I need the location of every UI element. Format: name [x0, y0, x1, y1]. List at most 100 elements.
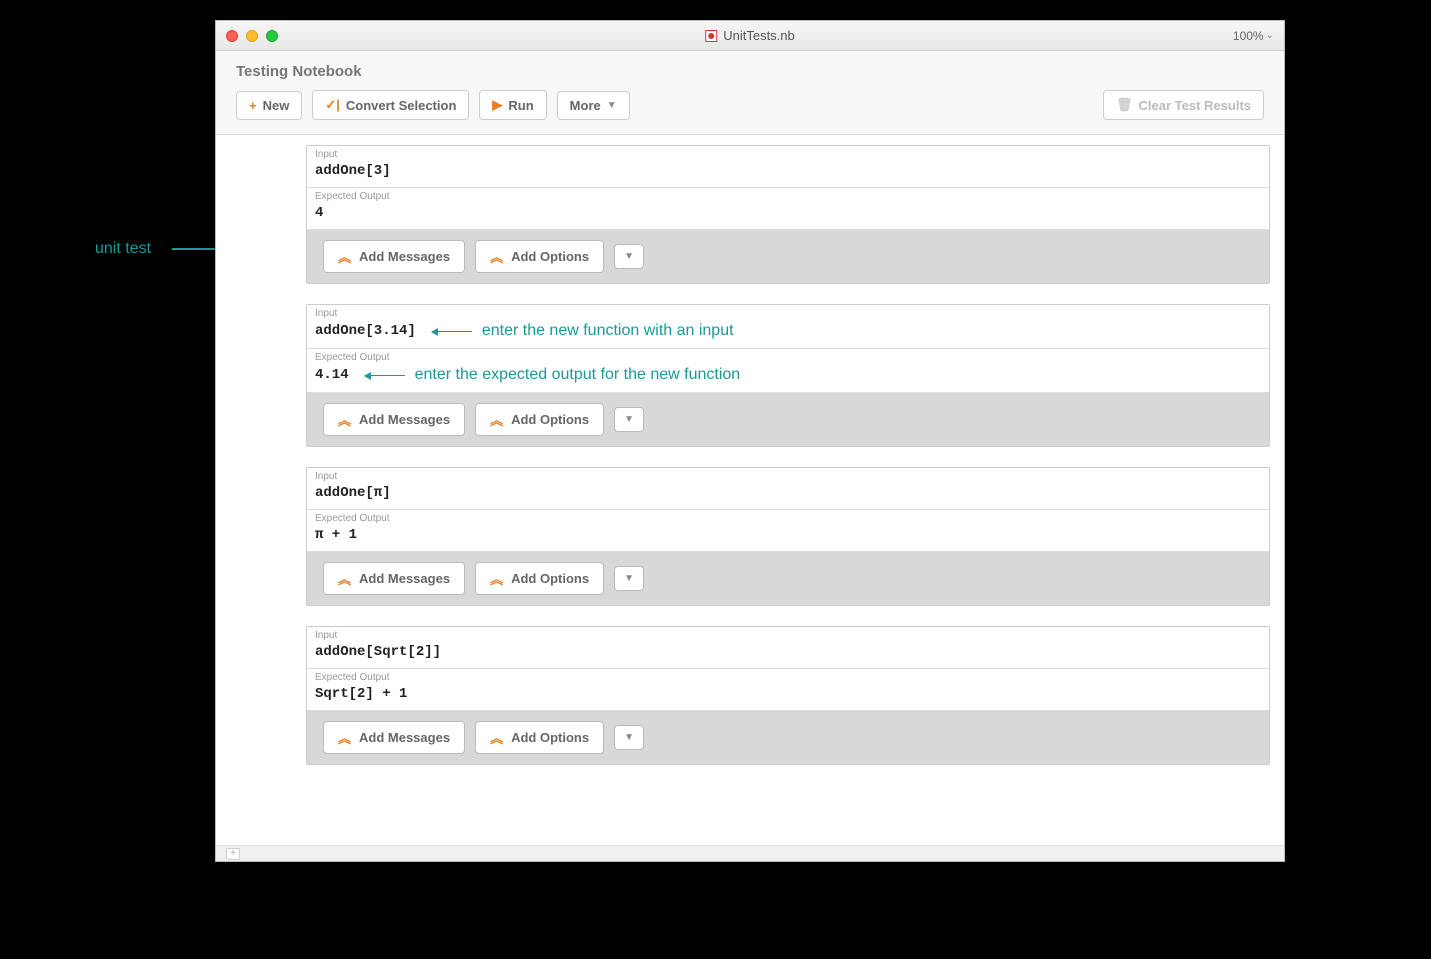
add-messages-button[interactable]: ︽ Add Messages: [323, 403, 465, 436]
expected-label: Expected Output: [307, 349, 1269, 364]
input-label: Input: [307, 146, 1269, 161]
input-value: addOne[3]: [307, 161, 1269, 187]
minimize-icon[interactable]: [246, 30, 258, 42]
test-cell: Input addOne[3] Expected Output 4 ︽ Add …: [306, 145, 1270, 284]
expand-icon: ︽: [490, 728, 503, 747]
expand-icon: ︽: [338, 247, 351, 266]
input-value: addOne[3.14] enter the new function with…: [307, 320, 1269, 348]
test-cell: Input addOne[π] Expected Output π + 1 ︽ …: [306, 467, 1270, 606]
input-label: Input: [307, 468, 1269, 483]
add-options-label: Add Options: [511, 412, 589, 427]
input-code: addOne[3.14]: [315, 323, 416, 339]
chevron-down-icon: ⌄: [1266, 30, 1274, 41]
maximize-icon[interactable]: [266, 30, 278, 42]
close-icon[interactable]: [226, 30, 238, 42]
expected-label: Expected Output: [307, 669, 1269, 684]
chevron-down-icon: ▼: [607, 100, 617, 111]
expected-section[interactable]: Expected Output 4: [307, 188, 1269, 230]
play-icon: ▶: [492, 97, 502, 113]
toolbar: + New ✓| Convert Selection ▶ Run More ▼ …: [236, 90, 1264, 120]
test-cell: Input addOne[3.14] enter the new functio…: [306, 304, 1270, 447]
check-icon: ✓|: [325, 97, 340, 113]
input-value: addOne[π]: [307, 483, 1269, 509]
add-messages-label: Add Messages: [359, 249, 450, 264]
footer-bar: +: [216, 845, 1284, 861]
expected-label: Expected Output: [307, 188, 1269, 203]
window-title: UnitTests.nb: [705, 28, 795, 43]
options-dropdown[interactable]: ▼: [614, 725, 644, 750]
run-button[interactable]: ▶ Run: [479, 90, 546, 120]
expand-icon: ︽: [338, 410, 351, 429]
input-section[interactable]: Input addOne[Sqrt[2]]: [307, 627, 1269, 669]
expected-value: Sqrt[2] + 1: [307, 684, 1269, 710]
run-button-label: Run: [508, 98, 533, 113]
cell-actions: ︽ Add Messages ︽ Add Options ▼: [307, 711, 1269, 764]
options-dropdown[interactable]: ▼: [614, 566, 644, 591]
annotation-output: enter the expected output for the new fu…: [365, 366, 741, 384]
trash-icon: 🗑: [1116, 97, 1133, 113]
annotation-output-text: enter the expected output for the new fu…: [415, 366, 741, 384]
expected-value: 4.14 enter the expected output for the n…: [307, 364, 1269, 392]
expand-icon: ︽: [338, 728, 351, 747]
workspace: Input addOne[3] Expected Output 4 ︽ Add …: [216, 135, 1284, 845]
notebook-icon: [705, 30, 717, 42]
expand-icon: ︽: [490, 247, 503, 266]
cell-actions: ︽ Add Messages ︽ Add Options ▼: [307, 230, 1269, 283]
convert-button-label: Convert Selection: [346, 98, 457, 113]
more-button[interactable]: More ▼: [557, 91, 630, 120]
expand-icon: ︽: [490, 569, 503, 588]
expand-icon: ︽: [338, 569, 351, 588]
cell-actions: ︽ Add Messages ︽ Add Options ▼: [307, 393, 1269, 446]
expected-section[interactable]: Expected Output Sqrt[2] + 1: [307, 669, 1269, 711]
add-messages-button[interactable]: ︽ Add Messages: [323, 240, 465, 273]
arrow-icon: [432, 331, 472, 332]
zoom-value: 100%: [1233, 29, 1264, 43]
add-options-label: Add Options: [511, 249, 589, 264]
add-options-button[interactable]: ︽ Add Options: [475, 240, 604, 273]
expected-section[interactable]: Expected Output 4.14 enter the expected …: [307, 349, 1269, 393]
plus-icon: +: [249, 98, 257, 113]
add-messages-label: Add Messages: [359, 571, 450, 586]
zoom-control[interactable]: 100% ⌄: [1233, 29, 1274, 43]
notebook-header: Testing Notebook + New ✓| Convert Select…: [216, 51, 1284, 135]
add-messages-button[interactable]: ︽ Add Messages: [323, 721, 465, 754]
new-button-label: New: [263, 98, 290, 113]
expected-code: 4.14: [315, 367, 349, 383]
add-tab-button[interactable]: +: [226, 848, 240, 860]
input-section[interactable]: Input addOne[3]: [307, 146, 1269, 188]
expected-value: π + 1: [307, 525, 1269, 551]
annotation-input-text: enter the new function with an input: [482, 322, 734, 340]
cell-actions: ︽ Add Messages ︽ Add Options ▼: [307, 552, 1269, 605]
add-options-label: Add Options: [511, 571, 589, 586]
page-title: Testing Notebook: [236, 63, 1264, 80]
expected-value: 4: [307, 203, 1269, 229]
input-label: Input: [307, 627, 1269, 642]
input-label: Input: [307, 305, 1269, 320]
arrow-icon: [365, 375, 405, 376]
options-dropdown[interactable]: ▼: [614, 244, 644, 269]
add-messages-button[interactable]: ︽ Add Messages: [323, 562, 465, 595]
options-dropdown[interactable]: ▼: [614, 407, 644, 432]
add-messages-label: Add Messages: [359, 730, 450, 745]
add-options-button[interactable]: ︽ Add Options: [475, 562, 604, 595]
input-section[interactable]: Input addOne[3.14] enter the new functio…: [307, 305, 1269, 349]
expected-section[interactable]: Expected Output π + 1: [307, 510, 1269, 552]
titlebar: UnitTests.nb 100% ⌄: [216, 21, 1284, 51]
new-button[interactable]: + New: [236, 91, 302, 120]
add-options-button[interactable]: ︽ Add Options: [475, 721, 604, 754]
add-options-label: Add Options: [511, 730, 589, 745]
title-text: UnitTests.nb: [723, 28, 795, 43]
notebook-window: UnitTests.nb 100% ⌄ Testing Notebook + N…: [215, 20, 1285, 862]
expected-label: Expected Output: [307, 510, 1269, 525]
more-button-label: More: [570, 98, 601, 113]
add-messages-label: Add Messages: [359, 412, 450, 427]
annotation-unit-test: unit test: [95, 240, 151, 258]
clear-button-label: Clear Test Results: [1139, 98, 1251, 113]
test-cell: Input addOne[Sqrt[2]] Expected Output Sq…: [306, 626, 1270, 765]
input-value: addOne[Sqrt[2]]: [307, 642, 1269, 668]
add-options-button[interactable]: ︽ Add Options: [475, 403, 604, 436]
clear-results-button[interactable]: 🗑 Clear Test Results: [1103, 90, 1264, 120]
input-section[interactable]: Input addOne[π]: [307, 468, 1269, 510]
expand-icon: ︽: [490, 410, 503, 429]
convert-selection-button[interactable]: ✓| Convert Selection: [312, 90, 469, 120]
